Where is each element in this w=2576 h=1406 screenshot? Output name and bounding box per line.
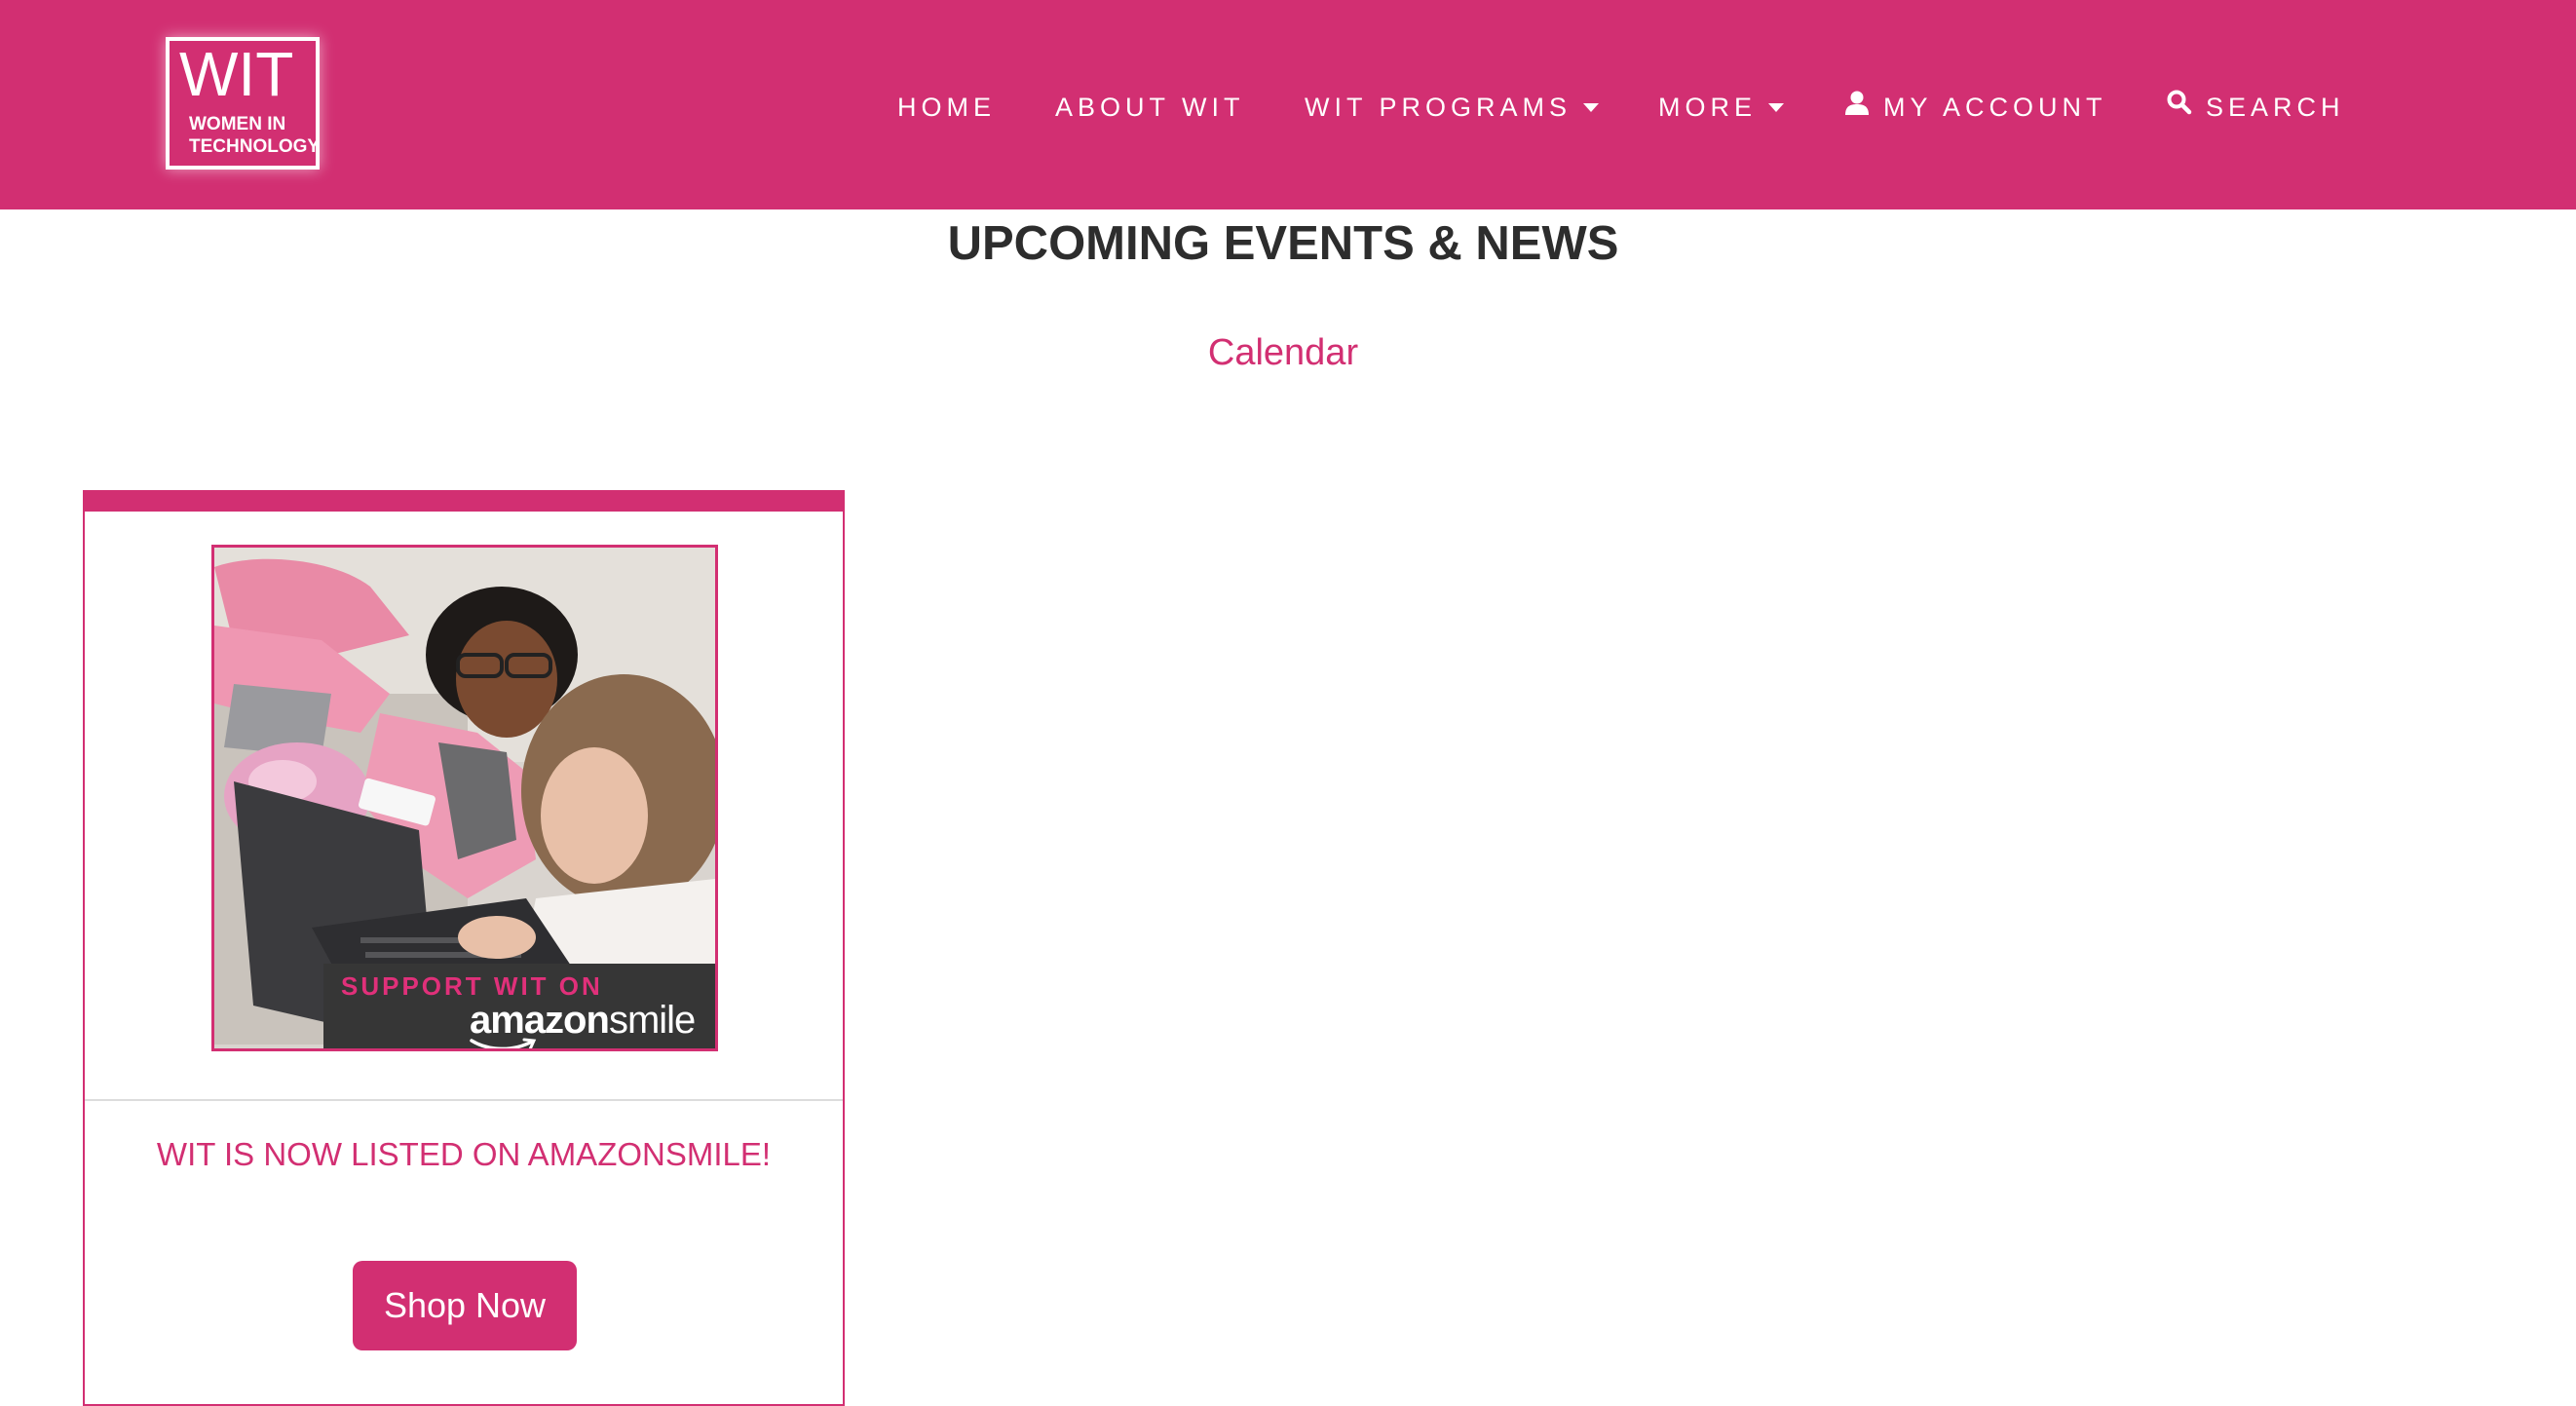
chevron-down-icon xyxy=(1768,102,1784,112)
logo-tagline-line1: WOMEN IN xyxy=(189,114,286,134)
user-icon xyxy=(1844,87,1870,126)
nav-label: MORE xyxy=(1658,93,1757,122)
smile-wordmark: smile xyxy=(608,999,696,1042)
amazonsmile-promo-image[interactable]: SUPPORT WIT ON amazonsmile xyxy=(211,545,718,1051)
nav-item-more[interactable]: MORE xyxy=(1658,88,1784,127)
amazon-wordmark: amazon xyxy=(470,999,610,1042)
nav-label: ABOUT WIT xyxy=(1055,93,1245,122)
card-divider xyxy=(85,1099,843,1101)
nav-item-my-account[interactable]: MY ACCOUNT xyxy=(1844,88,2107,127)
page-title: UPCOMING EVENTS & NEWS xyxy=(947,217,1619,270)
card-heading: WIT IS NOW LISTED ON AMAZONSMILE! xyxy=(156,1136,772,1172)
nav-item-about-wit[interactable]: ABOUT WIT xyxy=(1055,88,1245,127)
logo-tagline: WOMEN IN TECHNOLOGY xyxy=(189,113,320,158)
chevron-down-icon xyxy=(1583,102,1600,112)
nav-label: HOME xyxy=(897,93,996,122)
nav-label: SEARCH xyxy=(2206,93,2345,122)
amazon-smile-arrow-icon xyxy=(470,1038,537,1048)
wit-logo[interactable]: WIT WOMEN IN TECHNOLOGY xyxy=(166,37,320,170)
amazonsmile-banner: SUPPORT WIT ON amazonsmile xyxy=(323,964,715,1048)
nav-label: WIT PROGRAMS xyxy=(1305,93,1572,122)
news-card: SUPPORT WIT ON amazonsmile WIT IS NOW LI… xyxy=(83,490,845,1406)
logo-wordmark: WIT xyxy=(179,39,294,109)
logo-tagline-line2: TECHNOLOGY xyxy=(189,136,321,157)
site-header: WIT WOMEN IN TECHNOLOGY HOME ABOUT WIT W… xyxy=(0,0,2576,209)
search-icon xyxy=(2167,87,2192,126)
shop-now-button[interactable]: Shop Now xyxy=(353,1261,577,1350)
calendar-link[interactable]: Calendar xyxy=(0,331,2566,374)
amazonsmile-logo: amazonsmile xyxy=(470,999,696,1043)
nav-item-home[interactable]: HOME xyxy=(897,88,996,127)
nav-item-search[interactable]: SEARCH xyxy=(2167,88,2345,127)
promo-text: SUPPORT WIT ON xyxy=(341,971,603,1001)
nav-label: MY ACCOUNT xyxy=(1883,93,2107,122)
nav-item-wit-programs[interactable]: WIT PROGRAMS xyxy=(1305,88,1600,127)
